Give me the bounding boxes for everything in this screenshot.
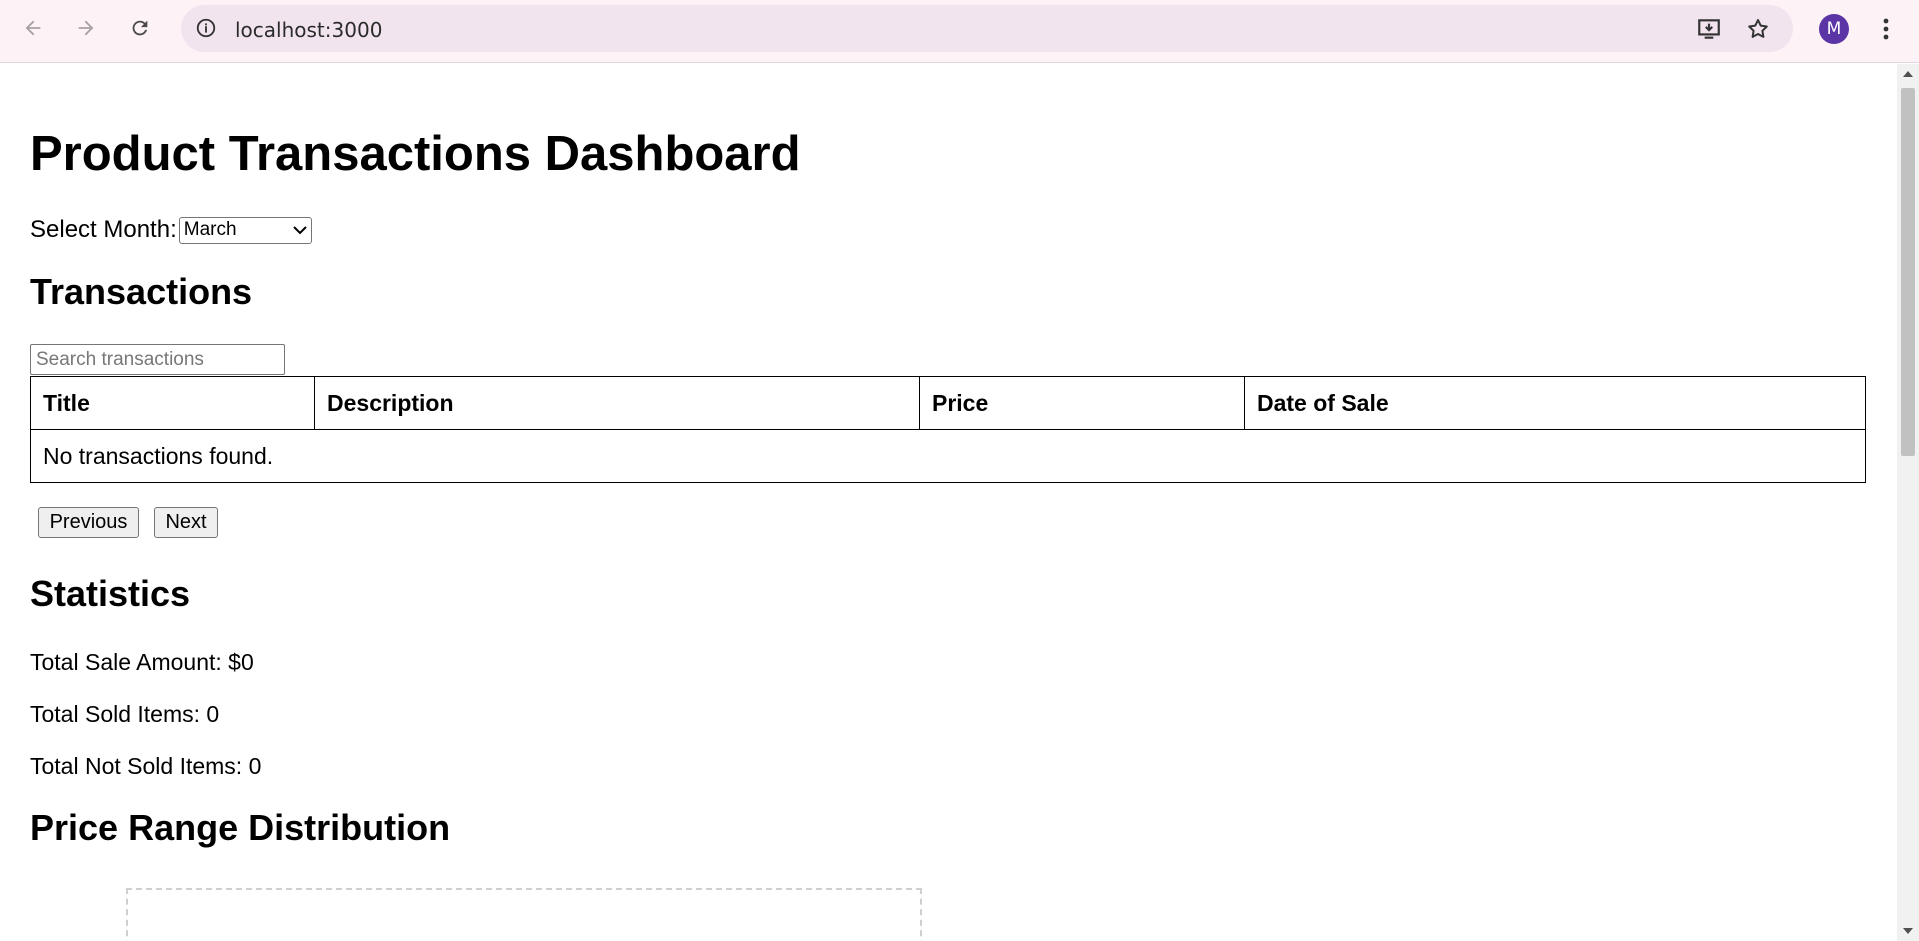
url-text: localhost:3000 <box>235 18 383 42</box>
browser-toolbar: localhost:3000 M <box>0 0 1919 63</box>
site-info-icon[interactable] <box>193 15 219 41</box>
month-select[interactable]: March <box>178 216 312 244</box>
table-header-row: Title Description Price Date of Sale <box>30 376 1866 430</box>
forward-arrow-icon <box>78 20 94 36</box>
install-app-icon[interactable] <box>1695 15 1723 43</box>
empty-message: No transactions found. <box>30 429 1866 483</box>
total-not-sold-items: Total Not Sold Items: 0 <box>30 753 262 779</box>
month-label: Select Month: <box>30 216 177 243</box>
chevron-down-icon <box>293 226 307 235</box>
kebab-menu-icon[interactable] <box>1874 12 1898 46</box>
price-range-chart-container <box>126 888 922 941</box>
total-sold-items: Total Sold Items: 0 <box>30 701 220 727</box>
back-arrow-icon <box>25 20 41 36</box>
month-filter: Select Month: March <box>30 216 312 244</box>
column-header-date-of-sale: Date of Sale <box>1244 376 1866 430</box>
reload-icon <box>132 20 148 36</box>
scroll-down-arrow-icon[interactable] <box>1897 921 1919 941</box>
statistics-heading: Statistics <box>30 573 191 614</box>
address-bar[interactable]: localhost:3000 <box>181 5 1793 52</box>
transactions-heading: Transactions <box>30 271 253 312</box>
page-title: Product Transactions Dashboard <box>30 127 801 181</box>
page-viewport: Product Transactions Dashboard Select Mo… <box>0 64 1897 941</box>
forward-button[interactable] <box>68 10 104 46</box>
page-scrollbar[interactable] <box>1897 64 1919 941</box>
column-header-title: Title <box>30 376 315 430</box>
back-button[interactable] <box>15 10 51 46</box>
next-button[interactable]: Next <box>154 507 218 538</box>
column-header-price: Price <box>919 376 1245 430</box>
search-input[interactable] <box>30 344 285 375</box>
transactions-table: Title Description Price Date of Sale No … <box>30 376 1866 483</box>
price-range-heading: Price Range Distribution <box>30 807 451 848</box>
table-row: No transactions found. <box>30 429 1866 483</box>
profile-avatar[interactable]: M <box>1819 14 1849 44</box>
reload-button[interactable] <box>122 10 158 46</box>
bookmark-star-icon[interactable] <box>1744 15 1772 43</box>
column-header-description: Description <box>314 376 920 430</box>
scrollbar-thumb[interactable] <box>1901 88 1915 456</box>
previous-button[interactable]: Previous <box>38 507 139 538</box>
scroll-up-arrow-icon[interactable] <box>1897 64 1919 84</box>
month-selected-value: March <box>183 219 237 240</box>
total-sale-amount: Total Sale Amount: $0 <box>30 649 254 675</box>
